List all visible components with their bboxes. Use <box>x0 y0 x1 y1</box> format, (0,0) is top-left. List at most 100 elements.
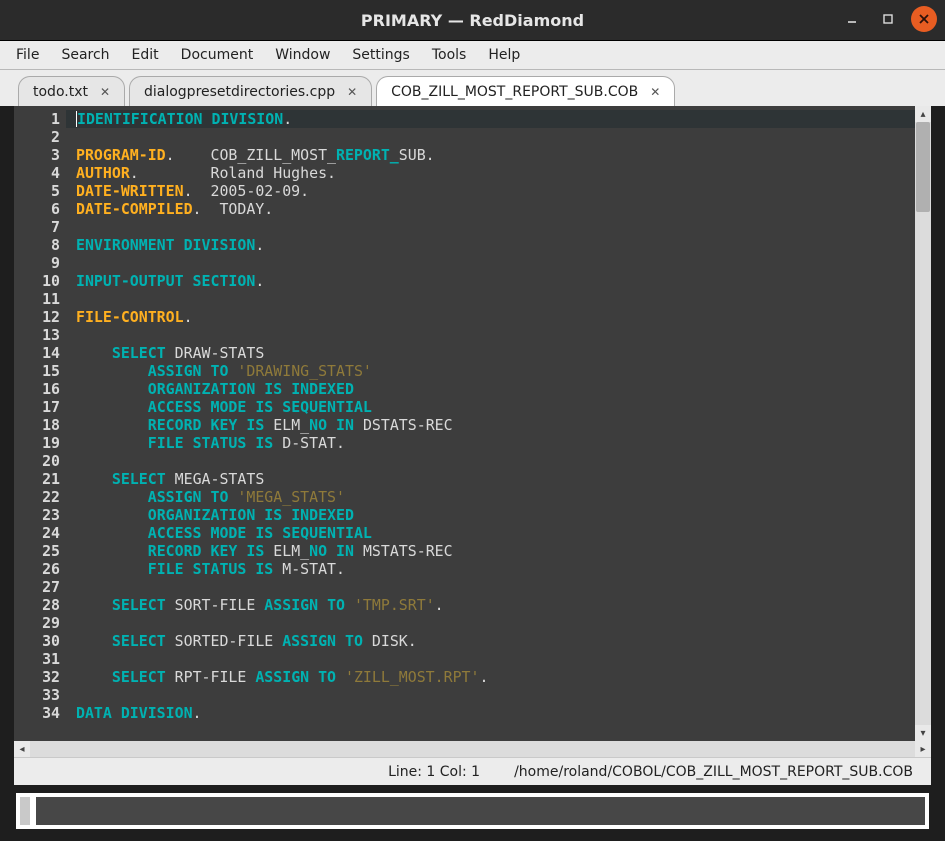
code-line[interactable]: ENVIRONMENT DIVISION. <box>76 236 915 254</box>
code-line[interactable] <box>76 614 915 632</box>
code-token: IS <box>246 416 264 434</box>
line-number: 27 <box>14 578 60 596</box>
line-number: 19 <box>14 434 60 452</box>
code-line[interactable]: PROGRAM-ID. COB_ZILL_MOST_REPORT_SUB. <box>76 146 915 164</box>
code-token: SEQUENTIAL <box>282 524 372 542</box>
code-line[interactable]: FILE STATUS IS D-STAT. <box>76 434 915 452</box>
code-token: SORT-FILE <box>166 596 265 614</box>
code-token: IS <box>246 542 264 560</box>
scroll-down-icon[interactable]: ▾ <box>915 725 931 741</box>
code-token: COB_ZILL_MOST_ <box>210 146 336 164</box>
code-line[interactable]: SELECT SORT-FILE ASSIGN TO 'TMP.SRT'. <box>76 596 915 614</box>
close-button[interactable] <box>911 6 937 32</box>
code-token <box>76 344 112 362</box>
tab-close-icon[interactable]: ✕ <box>98 85 112 99</box>
code-token: ENVIRONMENT DIVISION <box>76 236 255 254</box>
line-number: 24 <box>14 524 60 542</box>
code-token: D-STAT. <box>273 434 345 452</box>
titlebar[interactable]: PRIMARY — RedDiamond <box>0 0 945 41</box>
code-token <box>76 668 112 686</box>
code-token <box>76 542 148 560</box>
code-token: ELM_ <box>264 416 309 434</box>
code-line[interactable]: SELECT MEGA-STATS <box>76 470 915 488</box>
scroll-track-h[interactable] <box>30 741 915 757</box>
tab-label: todo.txt <box>33 84 88 100</box>
code-line[interactable] <box>76 290 915 308</box>
code-line[interactable]: SELECT SORTED-FILE ASSIGN TO DISK. <box>76 632 915 650</box>
code-line[interactable]: ORGANIZATION IS INDEXED <box>76 506 915 524</box>
code-line[interactable]: ASSIGN TO 'MEGA_STATS' <box>76 488 915 506</box>
code-line[interactable]: IDENTIFICATION DIVISION. <box>66 110 915 128</box>
code-line[interactable]: SELECT DRAW-STATS <box>76 344 915 362</box>
code-line[interactable] <box>76 452 915 470</box>
scroll-up-icon[interactable]: ▴ <box>915 106 931 122</box>
tab-close-icon[interactable]: ✕ <box>648 85 662 99</box>
code-line[interactable] <box>76 578 915 596</box>
code-line[interactable]: ORGANIZATION IS INDEXED <box>76 380 915 398</box>
tab-cobol-active[interactable]: COB_ZILL_MOST_REPORT_SUB.COB ✕ <box>376 76 675 106</box>
line-number: 33 <box>14 686 60 704</box>
code-line[interactable]: FILE-CONTROL. <box>76 308 915 326</box>
code-token: SELECT <box>112 632 166 650</box>
line-number: 29 <box>14 614 60 632</box>
code-line[interactable]: DATE-COMPILED. TODAY. <box>76 200 915 218</box>
menu-help[interactable]: Help <box>478 44 530 66</box>
tab-todo[interactable]: todo.txt ✕ <box>18 76 125 106</box>
code-line[interactable]: AUTHOR. Roland Hughes. <box>76 164 915 182</box>
code-token: Roland Hughes. <box>139 164 336 182</box>
maximize-button[interactable] <box>875 6 901 32</box>
code-line[interactable]: RECORD KEY IS ELM_NO IN DSTATS-REC <box>76 416 915 434</box>
line-number: 14 <box>14 344 60 362</box>
code-line[interactable]: FILE STATUS IS M-STAT. <box>76 560 915 578</box>
code-line[interactable]: ACCESS MODE IS SEQUENTIAL <box>76 524 915 542</box>
menu-window[interactable]: Window <box>265 44 340 66</box>
code-line[interactable] <box>76 686 915 704</box>
menu-document[interactable]: Document <box>171 44 264 66</box>
code-token <box>76 398 148 416</box>
code-token: SELECT <box>112 470 166 488</box>
vertical-scrollbar[interactable]: ▴ ▾ <box>915 106 931 741</box>
code-token <box>345 596 354 614</box>
code-line[interactable]: SELECT RPT-FILE ASSIGN TO 'ZILL_MOST.RPT… <box>76 668 915 686</box>
code-line[interactable]: ASSIGN TO 'DRAWING_STATS' <box>76 362 915 380</box>
horizontal-scrollbar[interactable]: ◂ ▸ <box>14 741 931 757</box>
code-line[interactable] <box>76 218 915 236</box>
code-token: SELECT <box>112 344 166 362</box>
minimize-button[interactable] <box>839 6 865 32</box>
menu-file[interactable]: File <box>6 44 49 66</box>
scroll-left-icon[interactable]: ◂ <box>14 741 30 757</box>
bottom-handle[interactable] <box>20 797 30 825</box>
code-token: TO <box>211 488 229 506</box>
code-line[interactable] <box>76 254 915 272</box>
tab-close-icon[interactable]: ✕ <box>345 85 359 99</box>
code-line[interactable] <box>76 650 915 668</box>
code-line[interactable] <box>76 128 915 146</box>
line-number: 10 <box>14 272 60 290</box>
line-number: 16 <box>14 380 60 398</box>
code-line[interactable]: ACCESS MODE IS SEQUENTIAL <box>76 398 915 416</box>
menu-search[interactable]: Search <box>51 44 119 66</box>
bottom-track[interactable] <box>36 797 925 825</box>
scroll-thumb[interactable] <box>916 122 930 212</box>
menu-tools[interactable]: Tools <box>422 44 477 66</box>
menu-edit[interactable]: Edit <box>122 44 169 66</box>
scroll-track[interactable] <box>915 122 931 725</box>
code-token: TO <box>211 362 229 380</box>
code-token: DATE-WRITTEN <box>76 182 184 200</box>
code-token: STATUS <box>193 560 256 578</box>
code-token <box>336 668 345 686</box>
code-line[interactable] <box>76 326 915 344</box>
code-line[interactable]: INPUT-OUTPUT SECTION. <box>76 272 915 290</box>
code-line[interactable]: DATA DIVISION. <box>76 704 915 722</box>
code-line[interactable]: RECORD KEY IS ELM_NO IN MSTATS-REC <box>76 542 915 560</box>
code-content[interactable]: IDENTIFICATION DIVISION. PROGRAM-ID. COB_… <box>66 106 915 741</box>
tab-dialogpreset[interactable]: dialogpresetdirectories.cpp ✕ <box>129 76 372 106</box>
code-editor[interactable]: 1234567891011121314151617181920212223242… <box>14 106 915 741</box>
scroll-right-icon[interactable]: ▸ <box>915 741 931 757</box>
code-token: 2005-02-09. <box>193 182 310 200</box>
code-line[interactable]: DATE-WRITTEN. 2005-02-09. <box>76 182 915 200</box>
status-linecol: Line: 1 Col: 1 <box>388 764 480 780</box>
menu-settings[interactable]: Settings <box>342 44 419 66</box>
line-number: 31 <box>14 650 60 668</box>
code-token: INDEXED <box>291 380 354 398</box>
